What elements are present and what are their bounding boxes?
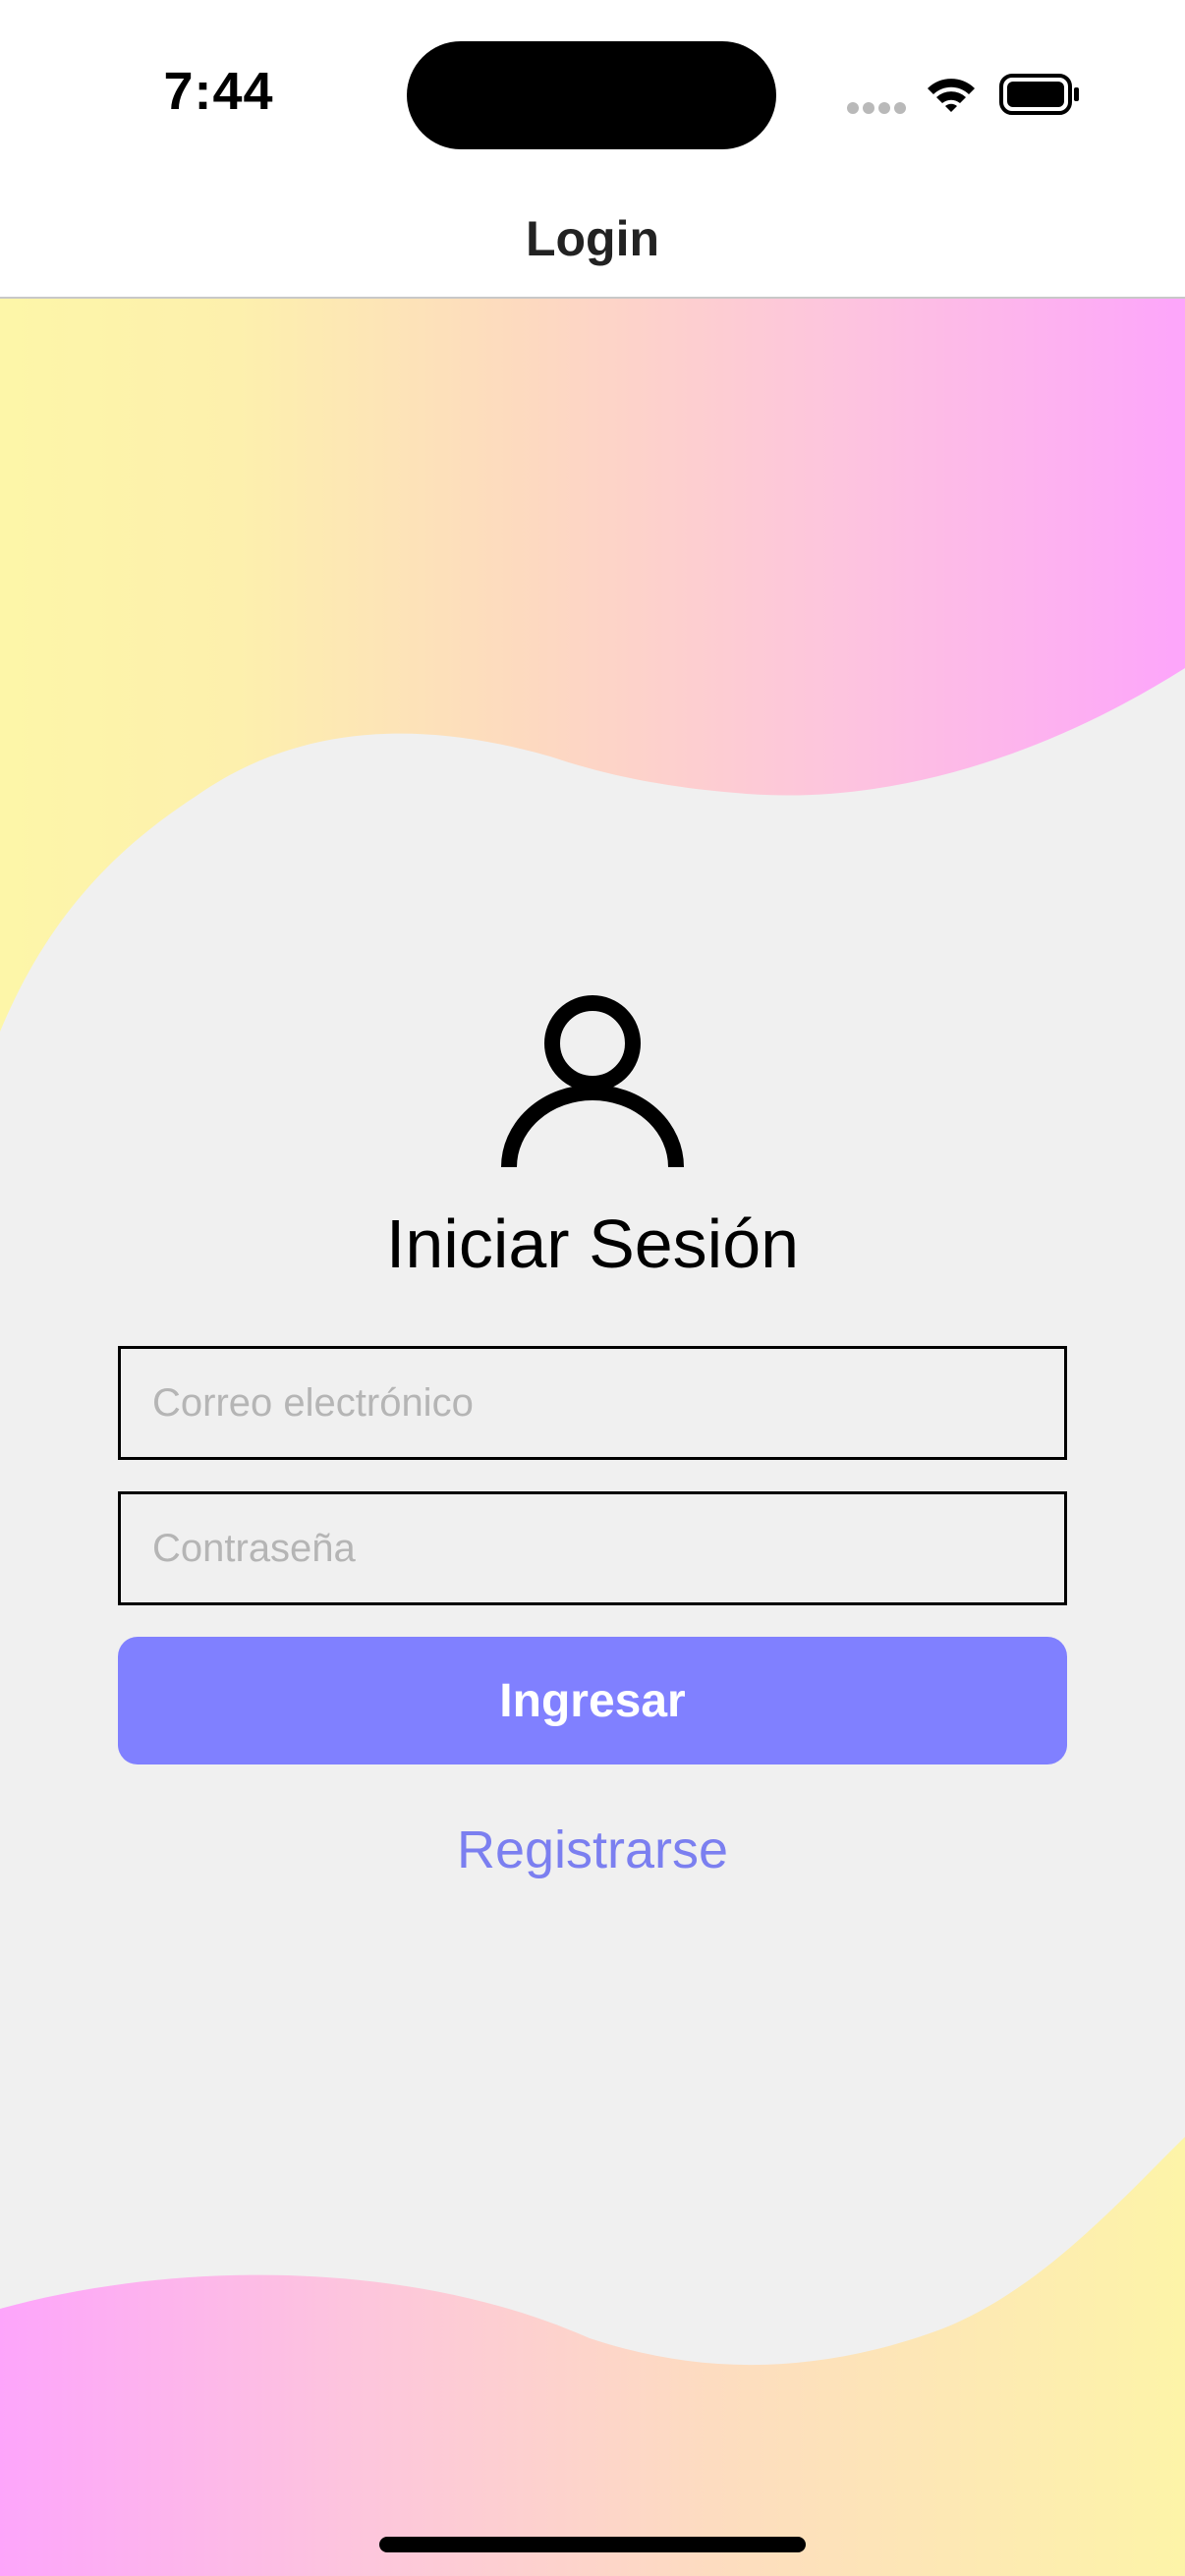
person-outline-icon <box>501 995 684 1167</box>
home-indicator <box>379 2537 806 2552</box>
cellular-signal-icon <box>847 102 908 116</box>
page-title: Login <box>525 211 660 266</box>
battery-icon <box>999 74 1079 115</box>
login-button[interactable]: Ingresar <box>118 1637 1067 1764</box>
status-bar: 7:44 <box>0 0 1185 177</box>
email-field[interactable] <box>118 1346 1067 1460</box>
bottom-wave <box>0 2137 1185 2576</box>
dynamic-island <box>407 41 776 149</box>
wifi-icon <box>928 79 975 112</box>
password-field[interactable] <box>118 1491 1067 1605</box>
top-wave <box>0 295 1185 1032</box>
login-heading: Iniciar Sesión <box>385 1205 800 1282</box>
register-link[interactable]: Registrarse <box>0 1820 1185 1880</box>
navigation-bar: Login <box>0 177 1185 299</box>
status-time: 7:44 <box>163 62 274 121</box>
background-waves <box>0 295 1185 2576</box>
